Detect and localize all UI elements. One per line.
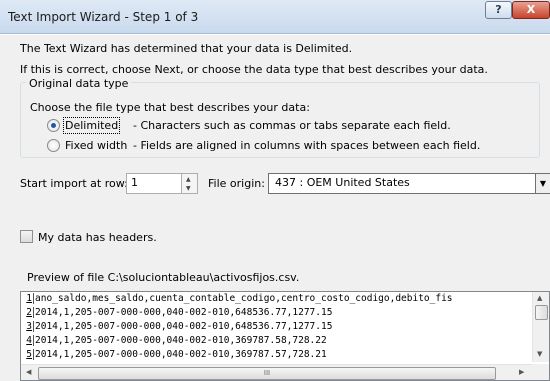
scroll-right-icon[interactable]: ▶	[519, 368, 524, 376]
title-bar: Text Import Wizard - Step 1 of 3 ? X	[0, 0, 550, 34]
preview-row: 2 2014,1,205-007-000-000,040-002-010,6485…	[21, 306, 529, 320]
row-number: 5	[26, 349, 32, 360]
row-text: 2014,1,205-007-000-000,040-002-010,64853…	[33, 307, 333, 318]
scroll-up-icon[interactable]: ▲	[537, 294, 542, 302]
preview-text-area: 1 ano_saldo,mes_saldo,cuenta_contable_cod…	[21, 292, 529, 364]
delimited-description: - Characters such as commas or tabs sepa…	[133, 119, 451, 132]
intro-line-2: If this is correct, choose Next, or choo…	[20, 63, 488, 76]
scroll-left-icon[interactable]: ◀	[26, 368, 31, 376]
spin-down-icon[interactable]: ▼	[186, 186, 191, 192]
vertical-scroll-thumb[interactable]	[535, 305, 548, 320]
preview-row: 5 2014,1,205-007-000-000,040-002-010,3697…	[21, 348, 529, 362]
fixed-width-label[interactable]: Fixed width	[65, 139, 127, 152]
preview-label: Preview of file C:\soluciontableau\activ…	[27, 271, 300, 284]
file-origin-select[interactable]: 437 : OEM United States	[268, 173, 550, 194]
headers-checkbox[interactable]	[20, 230, 33, 243]
preview-row: 3 2014,1,205-007-000-000,040-002-010,6485…	[21, 320, 529, 334]
spin-up-icon[interactable]: ▲	[186, 177, 191, 183]
fixed-width-radio[interactable]	[47, 139, 60, 152]
row-number: 3	[26, 321, 32, 332]
row-number: 4	[26, 335, 32, 346]
row-number: 2	[26, 307, 32, 318]
delimited-label[interactable]: Delimited	[62, 117, 121, 134]
delimited-radio[interactable]	[47, 119, 60, 132]
horizontal-scrollbar[interactable]: ◀ III ▶	[21, 364, 532, 380]
close-button[interactable]: X	[512, 1, 550, 19]
row-text: 2014,1,205-007-000-000,040-002-010,64853…	[33, 321, 333, 332]
row-text: ano_saldo,mes_saldo,cuenta_contable_codi…	[33, 293, 453, 304]
preview-row: 1 ano_saldo,mes_saldo,cuenta_contable_cod…	[21, 292, 529, 306]
scroll-corner	[532, 364, 549, 380]
row-text: 2014,1,205-007-000-000,040-002-010,36978…	[33, 335, 327, 346]
start-row-spinner[interactable]: ▲ ▼	[182, 173, 198, 194]
file-type-prompt: Choose the file type that best describes…	[30, 101, 310, 114]
fixed-width-description: - Fields are aligned in columns with spa…	[133, 139, 481, 152]
help-button[interactable]: ?	[485, 1, 512, 19]
window-title: Text Import Wizard - Step 1 of 3	[8, 10, 199, 24]
original-data-type-label: Original data type	[26, 77, 132, 90]
vertical-scrollbar[interactable]: ▲ ▼	[532, 292, 549, 362]
file-origin-label: File origin:	[208, 177, 265, 190]
start-row-input[interactable]: 1	[126, 173, 182, 194]
preview-row: 4 2014,1,205-007-000-000,040-002-010,3697…	[21, 334, 529, 348]
chevron-down-icon[interactable]: ▼	[535, 174, 550, 193]
start-row-label: Start import at row:	[20, 177, 128, 190]
horizontal-scroll-thumb[interactable]: III	[38, 367, 496, 380]
row-text: 2014,1,205-007-000-000,040-002-010,36978…	[33, 349, 327, 360]
preview-pane[interactable]: 1 ano_saldo,mes_saldo,cuenta_contable_cod…	[20, 291, 550, 381]
intro-line-1: The Text Wizard has determined that your…	[20, 42, 353, 55]
scroll-down-icon[interactable]: ▼	[537, 350, 542, 358]
headers-label[interactable]: My data has headers.	[38, 231, 157, 244]
row-number: 1	[26, 293, 32, 304]
